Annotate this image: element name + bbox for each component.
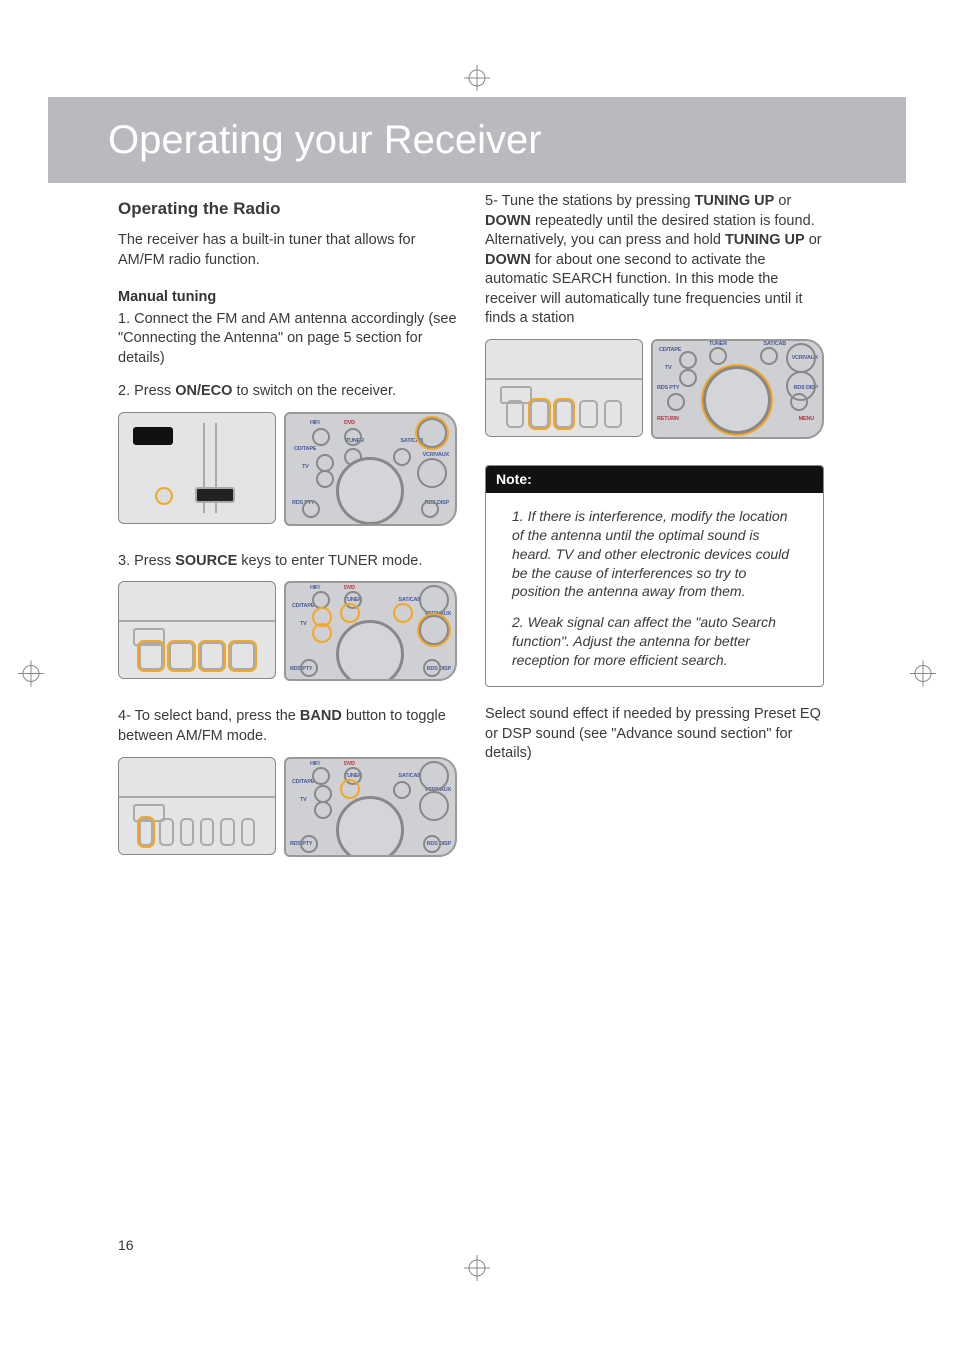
step-2-c: to switch on the receiver. [232,383,396,399]
subheading-manual-tuning: Manual tuning [118,288,457,308]
source-btn-highlight [314,625,330,641]
step-2-a: 2. Press [118,383,175,399]
lbl-cdtape: CD/TAPE [292,779,314,786]
remote-illustration: HIFI DVD CD/TAPE TUNER SAT/CAB TV VCR/VA… [284,581,457,681]
lbl-satcab: SAT/CAB [398,597,421,604]
source-label: SOURCE [175,553,237,569]
subheading-operating-radio: Operating the Radio [118,198,457,221]
lbl-return: RETURN [657,416,679,423]
s5a: 5- Tune the stations by pressing [485,193,695,209]
tune-up-button-highlight [555,400,573,428]
lbl-tv: TV [300,621,307,628]
step-3-a: 3. Press [118,553,175,569]
left-column: Operating the Radio The receiver has a b… [118,192,457,883]
illustration-step5: CD/TAPE TUNER SAT/CAB TV VCR/VAUX RDS PT… [485,339,824,439]
front-panel-illustration [118,757,276,855]
lbl-cdtape: CD/TAPE [659,347,681,354]
source-btn-highlight [419,615,449,645]
tuner-button-highlight [342,781,358,797]
lbl-menu: MENU [799,416,814,423]
lbl-tv: TV [665,365,672,372]
illustration-step3: HIFI DVD CD/TAPE TUNER SAT/CAB TV VCR/VA… [118,581,457,681]
section-title: Operating your Receiver [108,118,542,163]
step-2: 2. Press ON/ECO to switch on the receive… [118,382,457,402]
s5g: or [805,232,822,248]
note-1: 1. If there is interference, modify the … [512,507,797,601]
lbl-rdspty: RDS PTY [657,385,679,392]
tune-down-button-highlight [530,400,548,428]
note-2: 2. Weak signal can affect the "auto Sear… [512,613,797,670]
tuning-ring-highlight [703,366,771,434]
crop-mark-right [910,660,936,691]
step-4-a: 4- To select band, press the [118,708,300,724]
step-5: 5- Tune the stations by pressing TUNING … [485,192,824,329]
content-columns: Operating the Radio The receiver has a b… [118,192,824,883]
step-1: 1. Connect the FM and AM antenna accordi… [118,310,457,369]
band-button-highlight [139,818,153,846]
step-4: 4- To select band, press the BAND button… [118,707,457,746]
lbl-cdtape: CD/TAPE [294,446,316,453]
down-label-2: DOWN [485,252,531,268]
down-label: DOWN [485,213,531,229]
note-heading: Note: [486,466,823,493]
source-btn-highlight [314,609,330,625]
band-label: BAND [300,708,342,724]
step-3: 3. Press SOURCE keys to enter TUNER mode… [118,552,457,572]
lbl-tv: TV [302,464,309,471]
s5c: or [774,193,791,209]
source-btn-highlight [342,605,358,621]
right-column: 5- Tune the stations by pressing TUNING … [485,192,824,883]
source-buttons-highlight [119,642,275,670]
manual-page: Operating your Receiver Operating the Ra… [0,0,954,1351]
tuning-up-label-2: TUNING UP [725,232,805,248]
lbl-dvd: DVD [344,420,355,427]
note-body: 1. If there is interference, modify the … [486,493,823,686]
page-number: 16 [118,1237,134,1253]
lbl-tv: TV [300,797,307,804]
front-panel-illustration [118,412,276,524]
step-3-c: keys to enter TUNER mode. [237,553,422,569]
on-eco-button-highlight [155,487,173,505]
tuning-up-label: TUNING UP [695,193,775,209]
illustration-step4: HIFI DVD CD/TAPE TUNER SAT/CAB TV VCR/VA… [118,757,457,857]
on-eco-label: ON/ECO [175,383,232,399]
crop-mark-top [464,65,490,96]
illustration-step2: HIFI DVD CD/TAPE TUNER SAT/CAB TV VCR/VA… [118,412,457,526]
remote-illustration: HIFI DVD CD/TAPE TUNER SAT/CAB TV VCR/VA… [284,412,457,526]
remote-illustration: CD/TAPE TUNER SAT/CAB TV VCR/VAUX RDS PT… [651,339,824,439]
crop-mark-left [18,660,44,691]
lbl-hifi: HIFI [310,420,320,427]
section-header-band: Operating your Receiver [48,97,906,183]
power-button-highlight [417,418,447,448]
remote-illustration: HIFI DVD CD/TAPE TUNER SAT/CAB TV VCR/VA… [284,757,457,857]
source-btn-highlight [395,605,411,621]
closing-text: Select sound effect if needed by pressin… [485,705,824,764]
crop-mark-bottom [464,1255,490,1286]
intro-text: The receiver has a built-in tuner that a… [118,231,457,270]
lbl-satcab: SAT/CAB [398,773,421,780]
front-panel-illustration [118,581,276,679]
s5i: for about one second to activate the aut… [485,252,803,327]
note-box: Note: 1. If there is interference, modif… [485,465,824,687]
front-panel-illustration [485,339,643,437]
lbl-cdtape: CD/TAPE [292,603,314,610]
